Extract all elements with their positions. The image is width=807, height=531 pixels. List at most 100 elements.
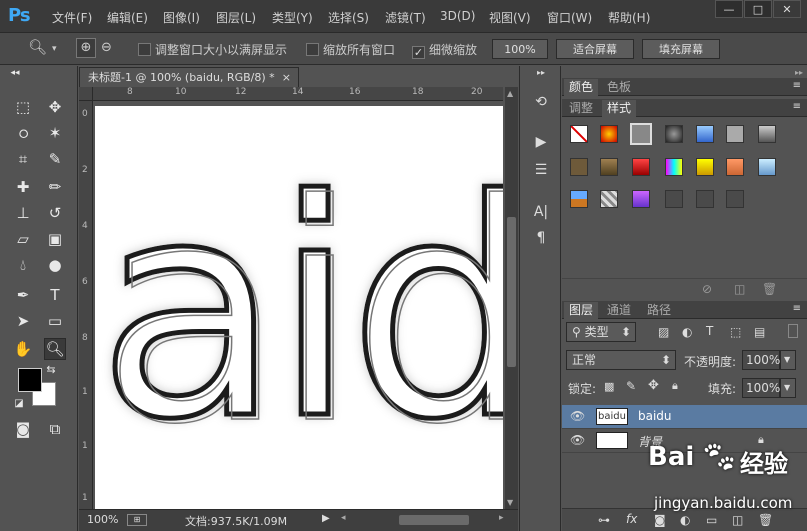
vertical-scroll-thumb[interactable] bbox=[507, 217, 516, 367]
properties-panel-icon[interactable]: ☰ bbox=[530, 160, 552, 180]
gradient-tool-icon[interactable]: ▣ bbox=[44, 228, 66, 250]
style-swatch[interactable] bbox=[696, 125, 714, 143]
clear-style-icon[interactable]: ⊘ bbox=[702, 282, 712, 296]
blend-mode-select[interactable]: 正常 ⬍ bbox=[566, 350, 676, 370]
style-swatch[interactable] bbox=[632, 190, 650, 208]
scroll-right-icon[interactable]: ▸ bbox=[499, 513, 504, 523]
crop-tool-icon[interactable]: ⌗ bbox=[12, 148, 34, 170]
style-swatch[interactable] bbox=[696, 158, 714, 176]
history-panel-icon[interactable]: ⟲ bbox=[530, 92, 552, 112]
rectangle-tool-icon[interactable]: ▭ bbox=[44, 310, 66, 332]
style-swatch[interactable] bbox=[600, 158, 618, 176]
tab-color[interactable]: 颜色 bbox=[564, 79, 599, 96]
style-swatch[interactable] bbox=[665, 158, 683, 176]
menu-filter[interactable]: 滤镜(T) bbox=[385, 9, 426, 26]
zoom-value-button[interactable]: 100% bbox=[492, 39, 548, 59]
marquee-tool-icon[interactable]: ⬚ bbox=[12, 96, 34, 118]
resize-windows-checkbox[interactable]: 调整窗口大小以满屏显示 bbox=[138, 41, 287, 58]
zoom-out-icon[interactable]: ⊖ bbox=[101, 38, 112, 58]
move-tool-icon[interactable]: ✥ bbox=[44, 96, 66, 118]
paragraph-panel-icon[interactable]: ¶ bbox=[530, 228, 552, 248]
hand-tool-icon[interactable]: ✋ bbox=[12, 338, 34, 360]
fill-screen-button[interactable]: 填充屏幕 bbox=[642, 39, 720, 59]
layer-name[interactable]: baidu bbox=[638, 409, 672, 423]
document-canvas[interactable]: aid aid bbox=[95, 106, 503, 509]
link-layers-icon[interactable]: ⊶ bbox=[598, 513, 610, 527]
style-swatch[interactable] bbox=[570, 158, 588, 176]
lock-transparency-icon[interactable]: ▩ bbox=[604, 380, 614, 393]
eyedropper-icon[interactable]: ✎ bbox=[44, 148, 66, 170]
brush-tool-icon[interactable]: ✏ bbox=[44, 176, 66, 198]
lasso-tool-icon[interactable]: ഠ bbox=[12, 122, 34, 144]
lock-all-icon[interactable]: 🔒︎ bbox=[672, 379, 678, 393]
zoom-in-icon[interactable]: ⊕ bbox=[76, 38, 96, 58]
collapse-icon[interactable]: ◂◂ bbox=[4, 66, 26, 80]
horizontal-scroll-thumb[interactable] bbox=[399, 515, 469, 525]
scroll-up-icon[interactable]: ▲ bbox=[507, 89, 513, 98]
smart-object-filter-icon[interactable]: ▤ bbox=[754, 325, 765, 339]
character-panel-icon[interactable]: A| bbox=[530, 202, 552, 222]
status-icon[interactable]: ⊞ bbox=[127, 514, 147, 526]
default-colors-icon[interactable]: ◪ bbox=[12, 396, 26, 410]
zoom-level[interactable]: 100% bbox=[87, 513, 118, 526]
vertical-scrollbar[interactable]: ▲ ▼ bbox=[505, 87, 518, 509]
close-tab-icon[interactable]: × bbox=[282, 68, 291, 87]
panel-menu-icon[interactable]: ≡ bbox=[793, 80, 801, 91]
tab-adjustments[interactable]: 调整 bbox=[564, 100, 598, 117]
eraser-icon[interactable]: ▱ bbox=[12, 228, 34, 250]
style-none-swatch[interactable] bbox=[570, 125, 588, 143]
eye-icon[interactable]: 👁︎ bbox=[570, 433, 585, 447]
style-swatch[interactable] bbox=[726, 125, 744, 143]
style-swatch[interactable] bbox=[600, 125, 618, 143]
lock-position-icon[interactable]: ✥ bbox=[648, 378, 659, 393]
style-swatch[interactable] bbox=[758, 125, 776, 143]
zoom-tool-icon[interactable]: 🔍︎ bbox=[44, 338, 66, 360]
panel-menu-icon[interactable]: ≡ bbox=[793, 101, 801, 112]
opacity-input[interactable]: 100% bbox=[742, 350, 780, 370]
style-swatch[interactable] bbox=[570, 190, 588, 208]
clone-stamp-icon[interactable]: ⊥ bbox=[12, 202, 34, 224]
style-swatch[interactable] bbox=[600, 190, 618, 208]
zoom-tool-icon[interactable]: 🔍︎ bbox=[28, 38, 47, 56]
style-swatch[interactable] bbox=[665, 125, 683, 143]
panel-menu-icon[interactable]: ≡ bbox=[793, 303, 801, 314]
zoom-all-checkbox[interactable]: 缩放所有窗口 bbox=[306, 41, 395, 58]
actions-panel-icon[interactable]: ▶ bbox=[530, 132, 552, 152]
style-swatch-selected[interactable] bbox=[630, 123, 652, 145]
menu-select[interactable]: 选择(S) bbox=[328, 9, 369, 26]
document-tab[interactable]: 未标题-1 @ 100% (baidu, RGB/8) * × bbox=[79, 67, 299, 87]
menu-window[interactable]: 窗口(W) bbox=[547, 9, 592, 26]
close-button[interactable]: ✕ bbox=[773, 0, 801, 18]
menu-layer[interactable]: 图层(L) bbox=[216, 9, 256, 26]
fx-icon[interactable]: fx bbox=[626, 512, 637, 526]
filter-toggle[interactable] bbox=[788, 324, 798, 338]
style-swatch[interactable] bbox=[726, 190, 744, 208]
scroll-left-icon[interactable]: ◂ bbox=[341, 513, 346, 523]
menu-3d[interactable]: 3D(D) bbox=[440, 9, 475, 23]
chevron-down-icon[interactable]: ▼ bbox=[780, 350, 796, 370]
style-swatch[interactable] bbox=[758, 158, 776, 176]
lock-paint-icon[interactable]: ✎ bbox=[626, 379, 636, 393]
menu-view[interactable]: 视图(V) bbox=[489, 9, 531, 26]
menu-edit[interactable]: 编辑(E) bbox=[107, 9, 148, 26]
type-filter-icon[interactable]: T bbox=[706, 324, 713, 338]
delete-style-icon[interactable]: 🗑︎ bbox=[762, 282, 777, 296]
menu-help[interactable]: 帮助(H) bbox=[608, 9, 650, 26]
scroll-down-icon[interactable]: ▼ bbox=[507, 498, 513, 507]
swap-colors-icon[interactable]: ⇆ bbox=[44, 362, 58, 376]
layer-row-selected[interactable]: 👁︎ baidu baidu bbox=[562, 405, 807, 429]
menu-file[interactable]: 文件(F) bbox=[52, 9, 92, 26]
new-style-icon[interactable]: ◫ bbox=[734, 282, 745, 296]
style-swatch[interactable] bbox=[632, 158, 650, 176]
dodge-tool-icon[interactable]: ● bbox=[44, 254, 66, 276]
fill-input[interactable]: 100% bbox=[742, 378, 780, 398]
type-tool-icon[interactable]: T bbox=[44, 284, 66, 306]
scrubby-zoom-checkbox[interactable]: ✓ 细微缩放 bbox=[412, 41, 477, 59]
restore-button[interactable]: □ bbox=[744, 0, 772, 18]
layer-filter-select[interactable]: ⚲ 类型 ⬍ bbox=[566, 322, 636, 342]
tab-styles[interactable]: 样式 bbox=[602, 100, 637, 117]
collapse-panels-icon[interactable]: ▸▸ bbox=[795, 68, 803, 77]
blur-tool-icon[interactable]: 💧︎ bbox=[12, 254, 34, 276]
tab-swatches[interactable]: 色板 bbox=[602, 79, 636, 96]
history-brush-icon[interactable]: ↺ bbox=[44, 202, 66, 224]
